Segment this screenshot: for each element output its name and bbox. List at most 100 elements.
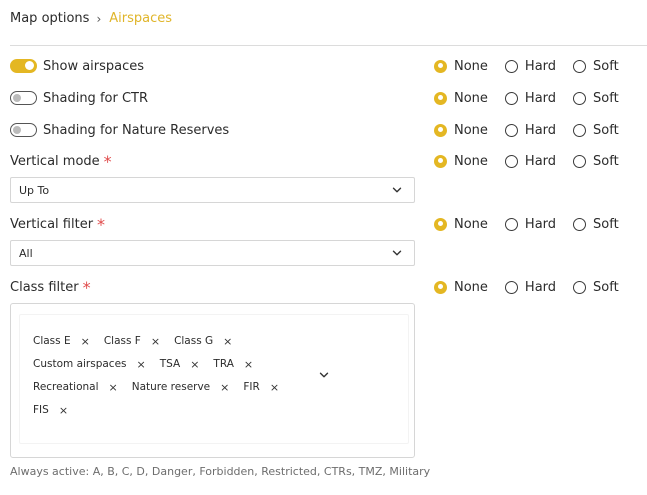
toggle-knob [13,125,21,134]
chip-row: Custom airspaces × TSA × TRA × [33,356,267,372]
radio-circle [573,280,587,294]
radio-hard[interactable]: Hard [504,153,557,169]
chip-fis: FIS × [33,404,68,417]
radio-circle [573,59,587,73]
vertical-filter-select[interactable]: All [10,240,415,266]
radio-hard[interactable]: Hard [504,90,557,106]
radio-circle [434,91,447,105]
radio-label: Hard [524,279,557,295]
radio-soft[interactable]: Soft [573,123,619,138]
radio-circle [573,91,587,105]
close-icon[interactable]: × [190,358,199,371]
always-active-note: Always active: A, B, C, D, Danger, Forbi… [10,465,431,478]
close-icon[interactable]: × [151,335,160,348]
radio-soft[interactable]: Soft [573,217,619,232]
radio-hard[interactable]: Hard [504,279,557,295]
show-airspaces-toggle[interactable] [10,59,37,73]
radio-label: None [454,58,488,74]
chip-tsa: TSA × [160,358,200,371]
radio-circle [434,123,447,137]
breadcrumb: Map options › Airspaces [10,11,172,26]
chevron-right-icon: › [96,11,102,26]
vertical-filter-radio-group: None Hard Soft [434,214,636,234]
radio-circle [434,280,447,294]
radio-circle [504,280,518,294]
chevron-down-icon [392,250,402,256]
chip-fir: FIR × [243,381,279,394]
radio-label: Soft [593,90,619,106]
close-icon[interactable]: × [137,358,146,371]
radio-soft[interactable]: Soft [573,91,619,106]
required-marker: * [82,277,91,297]
class-filter-multiselect[interactable]: Class E × Class F × Class G × Custom airspa… [10,303,415,458]
show-airspaces-radio-group: None Hard Soft [434,56,636,76]
shading-ctr-toggle[interactable] [10,91,37,105]
radio-label: Hard [524,122,557,138]
close-icon[interactable]: × [270,381,279,394]
vertical-filter-row: Vertical filter * [10,214,105,234]
chip-label: Class F [103,335,141,347]
toggle-knob [13,93,21,102]
chevron-down-icon[interactable] [319,370,329,380]
close-icon[interactable]: × [244,358,253,371]
chip-label: Nature reserve [131,381,211,393]
radio-circle [434,217,447,231]
radio-none[interactable]: None [434,280,488,295]
chip-label: Custom airspaces [33,358,127,370]
breadcrumb-map-options[interactable]: Map options [10,11,89,26]
chip-label: Class G [174,335,214,347]
chip-nature-reserve: Nature reserve × [132,381,230,394]
radio-circle [504,217,518,231]
show-airspaces-label: Show airspaces [43,58,145,74]
close-icon[interactable]: × [223,335,232,348]
radio-soft[interactable]: Soft [573,59,619,74]
class-filter-row: Class filter * [10,277,91,297]
chip-class-e: Class E × [33,335,90,348]
show-airspaces-row: Show airspaces [10,56,144,76]
radio-none[interactable]: None [434,217,488,232]
radio-circle [434,154,447,168]
chip-label: TRA [213,358,234,370]
vertical-mode-row: Vertical mode * [10,151,112,171]
chip-class-g: Class G × [174,335,232,348]
radio-label: None [454,90,488,106]
radio-label: None [454,153,488,169]
chip-label: TSA [159,358,181,370]
radio-label: Soft [593,58,619,74]
class-filter-label: Class filter [10,279,79,295]
radio-label: Soft [593,122,619,138]
chip-row: Recreational × Nature reserve × FIR × [33,379,293,395]
vertical-mode-value: Up To [19,183,50,197]
close-icon[interactable]: × [81,335,90,348]
radio-label: Hard [524,153,557,169]
radio-label: Hard [524,90,557,106]
close-icon[interactable]: × [109,381,118,394]
radio-none[interactable]: None [434,91,488,106]
close-icon[interactable]: × [59,404,68,417]
shading-nature-reserves-toggle[interactable] [10,123,37,137]
radio-none[interactable]: None [434,123,488,138]
radio-label: Soft [593,153,619,169]
radio-hard[interactable]: Hard [504,122,557,138]
chip-label: FIR [243,381,260,393]
radio-circle [504,154,518,168]
radio-circle [573,123,587,137]
radio-none[interactable]: None [434,154,488,169]
radio-circle [504,123,518,137]
radio-circle [504,59,518,73]
required-marker: * [103,151,112,171]
radio-hard[interactable]: Hard [504,58,557,74]
chip-row: Class E × Class F × Class G × [33,333,246,349]
radio-label: Hard [524,58,557,74]
radio-soft[interactable]: Soft [573,154,619,169]
radio-label: None [454,122,488,138]
vertical-mode-select[interactable]: Up To [10,177,415,203]
radio-soft[interactable]: Soft [573,280,619,295]
radio-none[interactable]: None [434,59,488,74]
toggle-knob [25,61,34,70]
radio-hard[interactable]: Hard [504,217,556,232]
radio-circle [573,154,587,168]
close-icon[interactable]: × [220,381,229,394]
vertical-filter-label: Vertical filter [10,216,94,232]
chevron-down-icon [392,187,402,193]
